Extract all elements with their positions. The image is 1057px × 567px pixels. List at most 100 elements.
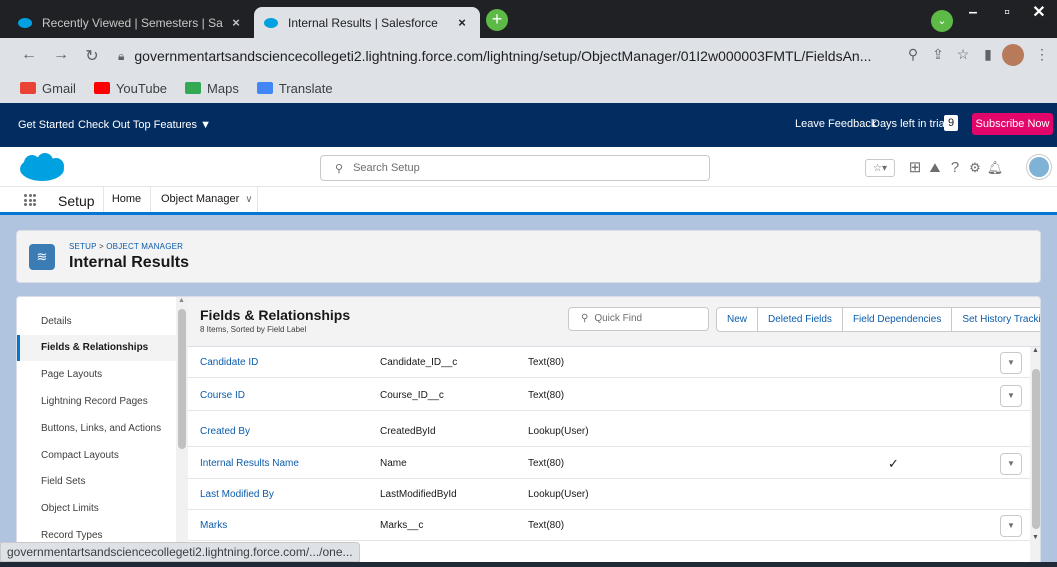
row-actions-menu[interactable]: ▼ — [1000, 515, 1022, 537]
field-label-link[interactable]: Internal Results Name — [200, 458, 299, 469]
row-actions-menu[interactable]: ▼ — [1000, 352, 1022, 374]
chevron-down-icon[interactable]: ∨ — [245, 194, 252, 205]
scroll-up-icon[interactable]: ▲ — [1032, 347, 1039, 354]
field-label-link[interactable]: Marks — [200, 520, 227, 531]
indexed-check-icon: ✓ — [888, 456, 899, 471]
nav-item-object-limits[interactable]: Object Limits — [17, 496, 176, 522]
leave-feedback-link[interactable]: Leave Feedback — [795, 118, 876, 130]
youtube-icon — [93, 82, 110, 94]
help-icon[interactable]: ? — [946, 159, 964, 177]
subscribe-now-button[interactable]: Subscribe Now — [972, 113, 1053, 135]
global-actions-icon[interactable]: ⊞ — [906, 159, 924, 177]
gear-icon[interactable]: ⚙ — [966, 159, 984, 177]
field-label-link[interactable]: Created By — [200, 426, 250, 437]
field-label-link[interactable]: Course ID — [200, 390, 245, 401]
bookmarks-bar: Gmail YouTube Maps Translate — [0, 73, 1057, 103]
search-setup-input[interactable]: ⚲ Search Setup — [320, 155, 710, 181]
maximize-icon[interactable]: ▫ — [990, 0, 1024, 28]
maps-icon — [185, 82, 202, 94]
field-data-type: Text(80) — [528, 390, 565, 401]
field-label-link[interactable]: Candidate ID — [200, 357, 258, 368]
object-detail-panel: Details Fields & Relationships Page Layo… — [16, 296, 1041, 567]
link-status-bar: governmentartsandsciencecollegeti2.light… — [0, 542, 360, 562]
side-panel-icon[interactable]: ▮ — [978, 46, 998, 63]
bookmark-label: Translate — [278, 80, 333, 96]
list-title: Fields & Relationships — [200, 307, 351, 323]
translate-icon — [256, 82, 273, 94]
forward-icon[interactable]: → — [52, 46, 70, 64]
quick-find-input[interactable]: ⚲ Quick Find — [568, 307, 709, 331]
scroll-down-icon[interactable]: ▼ — [1032, 534, 1039, 541]
bookmark-gmail[interactable]: Gmail — [20, 81, 76, 96]
url-field[interactable]: 🔒︎ governmentartsandsciencecollegeti2.li… — [118, 43, 958, 69]
nav-item-details[interactable]: Details — [17, 309, 176, 335]
days-left-badge: 9 — [944, 115, 958, 131]
zoom-icon[interactable]: ⚲ — [903, 46, 923, 63]
favorites-star-icon[interactable]: ☆▾ — [865, 159, 895, 177]
field-data-type: Text(80) — [528, 357, 565, 368]
nav-item-field-sets[interactable]: Field Sets — [17, 469, 176, 495]
table-row: Internal Results Name Name Text(80) ✓ ▼ — [188, 448, 1030, 479]
table-row: Created By CreatedById Lookup(User) — [188, 416, 1030, 447]
get-started-link[interactable]: Get Started — [18, 119, 74, 131]
top-features-menu[interactable]: Check Out Top Features ▼ — [78, 119, 211, 131]
search-icon: ⚲ — [335, 162, 344, 175]
row-actions-menu[interactable]: ▼ — [1000, 453, 1022, 475]
field-data-type: Text(80) — [528, 458, 565, 469]
nav-item-lightning-record-pages[interactable]: Lightning Record Pages — [17, 389, 176, 415]
trial-bar: Get Started Check Out Top Features ▼ Lea… — [0, 103, 1057, 147]
page-title: Internal Results — [69, 254, 190, 271]
object-side-nav: Details Fields & Relationships Page Layo… — [17, 297, 176, 566]
back-icon[interactable]: ← — [20, 46, 38, 64]
field-label-link[interactable]: Last Modified By — [200, 489, 274, 500]
menu-icon[interactable]: ⋮ — [1032, 46, 1052, 63]
scrollbar-thumb[interactable] — [1032, 369, 1040, 529]
reload-icon[interactable]: ↻ — [83, 46, 101, 66]
breadcrumb-setup[interactable]: SETUP — [69, 242, 97, 251]
browser-tab-semesters[interactable]: Recently Viewed | Semesters | Sa × — [8, 7, 254, 38]
browser-tab-strip: Recently Viewed | Semesters | Sa × Inter… — [0, 0, 1057, 38]
fields-list-scrollbar[interactable]: ▲ ▼ — [1030, 347, 1040, 566]
bell-icon[interactable]: 🔔︎ — [986, 159, 1004, 177]
bookmark-maps[interactable]: Maps — [185, 81, 239, 96]
tab-home[interactable]: Home — [103, 187, 149, 212]
minimize-icon[interactable]: – — [956, 0, 990, 28]
nav-item-compact-layouts[interactable]: Compact Layouts — [17, 443, 176, 469]
close-tab-icon[interactable]: × — [228, 15, 244, 30]
tab-search-icon[interactable]: ⌄ — [931, 10, 953, 32]
share-icon[interactable]: ⇪ — [928, 46, 948, 63]
side-nav-scrollbar[interactable]: ▲ — [176, 297, 188, 566]
list-header: Fields & Relationships 8 Items, Sorted b… — [188, 297, 1040, 347]
close-window-icon[interactable]: ✕ — [1022, 0, 1056, 28]
user-avatar[interactable] — [1027, 155, 1051, 179]
browser-tab-internal-results[interactable]: Internal Results | Salesforce × — [254, 7, 480, 38]
table-row: Last Modified By LastModifiedById Lookup… — [188, 479, 1030, 510]
breadcrumb-separator: > — [96, 242, 107, 251]
new-tab-button[interactable]: + — [486, 9, 508, 31]
nav-item-page-layouts[interactable]: Page Layouts — [17, 362, 176, 388]
profile-avatar[interactable] — [1002, 44, 1024, 66]
nav-item-buttons-links-actions[interactable]: Buttons, Links, and Actions — [17, 416, 176, 442]
new-field-button[interactable]: New — [717, 308, 757, 331]
global-header: ⚲ Search Setup ☆▾ ⊞ ⛰ ? ⚙ 🔔︎ — [0, 147, 1057, 187]
breadcrumb-object-manager[interactable]: OBJECT MANAGER — [106, 242, 183, 251]
salesforce-logo-icon[interactable] — [18, 153, 66, 183]
lock-icon: 🔒︎ — [118, 48, 125, 63]
field-api-name: LastModifiedById — [380, 489, 457, 500]
app-launcher-icon[interactable] — [24, 194, 36, 206]
tab-object-manager[interactable]: Object Manager ∨ — [150, 187, 258, 212]
scroll-up-icon[interactable]: ▲ — [178, 297, 185, 304]
field-dependencies-button[interactable]: Field Dependencies — [841, 308, 951, 331]
bookmark-star-icon[interactable]: ☆ — [953, 46, 973, 63]
trailhead-icon[interactable]: ⛰ — [926, 159, 944, 177]
scrollbar-thumb[interactable] — [178, 309, 186, 449]
set-history-tracking-button[interactable]: Set History Tracking — [951, 308, 1040, 331]
close-tab-icon[interactable]: × — [454, 15, 470, 30]
field-data-type: Lookup(User) — [528, 489, 589, 500]
setup-nav-bar: Setup Home Object Manager ∨ — [0, 187, 1057, 215]
bookmark-translate[interactable]: Translate — [256, 80, 333, 96]
deleted-fields-button[interactable]: Deleted Fields — [757, 308, 842, 331]
bookmark-youtube[interactable]: YouTube — [93, 81, 167, 96]
nav-item-fields-relationships[interactable]: Fields & Relationships — [17, 335, 176, 361]
row-actions-menu[interactable]: ▼ — [1000, 385, 1022, 407]
